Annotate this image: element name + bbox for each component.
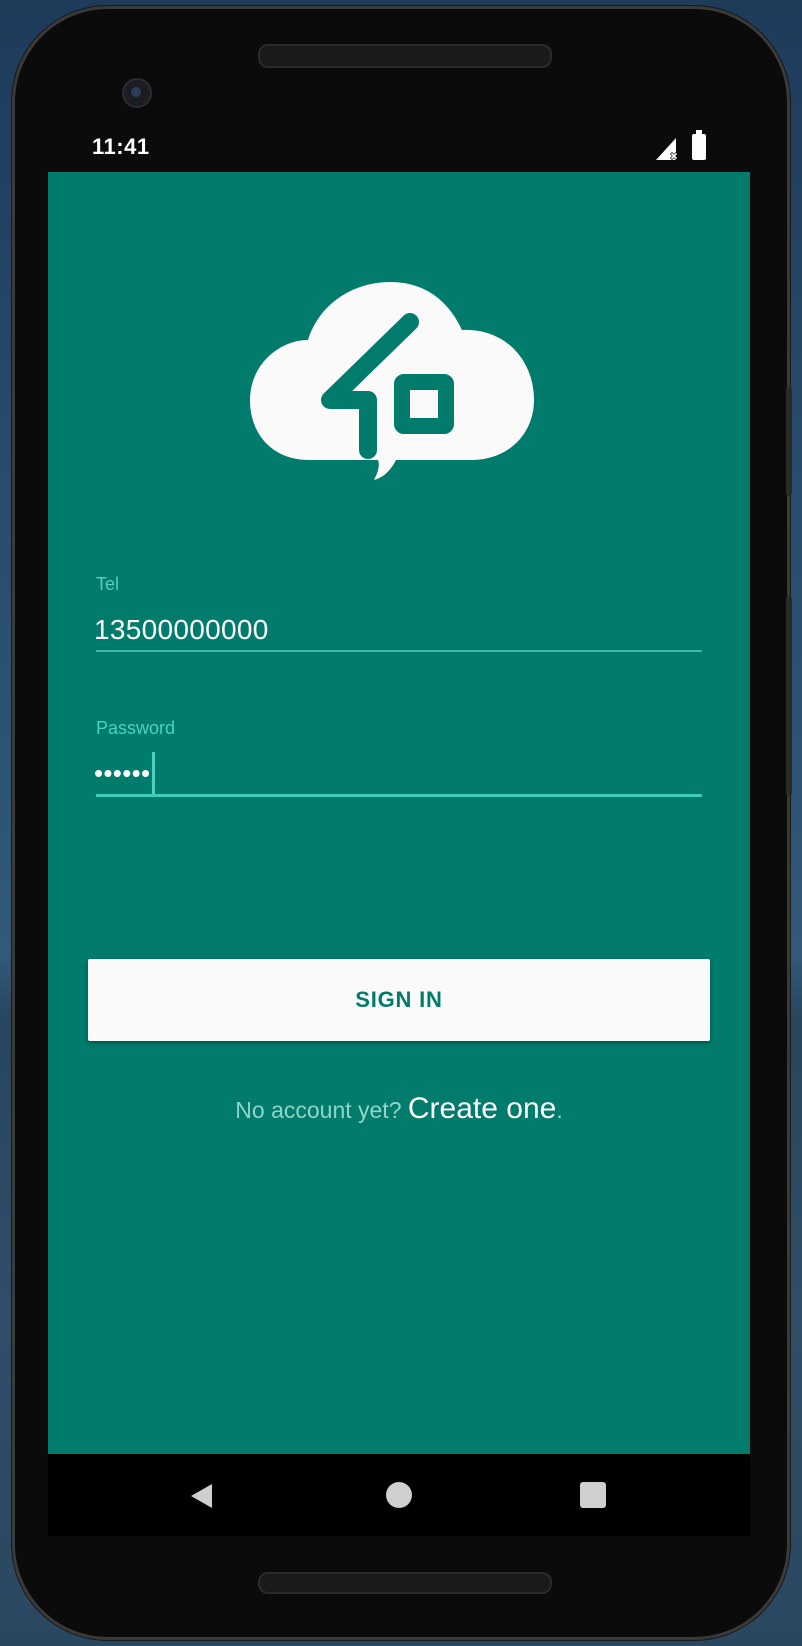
password-underline bbox=[96, 794, 702, 797]
tel-input[interactable]: 13500000000 bbox=[94, 614, 269, 646]
front-camera bbox=[122, 78, 152, 108]
navigation-bar bbox=[48, 1454, 750, 1536]
text-cursor bbox=[152, 752, 155, 794]
earpiece-speaker bbox=[258, 44, 552, 68]
back-triangle-icon[interactable] bbox=[188, 1482, 216, 1510]
home-circle-icon[interactable] bbox=[386, 1482, 412, 1508]
status-bar: 11:41 bbox=[48, 124, 750, 172]
tel-label: Tel bbox=[96, 574, 120, 594]
bottom-speaker bbox=[258, 1572, 552, 1594]
tel-underline bbox=[96, 650, 702, 652]
password-label: Password bbox=[96, 718, 176, 738]
create-account-prompt: No account yet? Create one. bbox=[48, 1092, 750, 1126]
recents-square-icon[interactable] bbox=[580, 1482, 606, 1508]
no-account-text: No account yet? bbox=[235, 1097, 408, 1123]
password-input[interactable]: •••••• bbox=[94, 758, 150, 789]
sign-in-button[interactable]: SIGN IN bbox=[88, 959, 710, 1041]
login-screen: Tel 13500000000 Password •••••• SIGN IN … bbox=[48, 172, 750, 1454]
battery-full-icon bbox=[692, 130, 706, 160]
status-time: 11:41 bbox=[92, 134, 150, 159]
power-button bbox=[786, 386, 792, 496]
footer-period: . bbox=[556, 1097, 563, 1123]
cloud-chat-logo bbox=[250, 282, 534, 480]
create-account-link[interactable]: Create one bbox=[408, 1092, 556, 1125]
signal-no-service-icon bbox=[656, 138, 679, 160]
volume-button bbox=[786, 596, 792, 796]
